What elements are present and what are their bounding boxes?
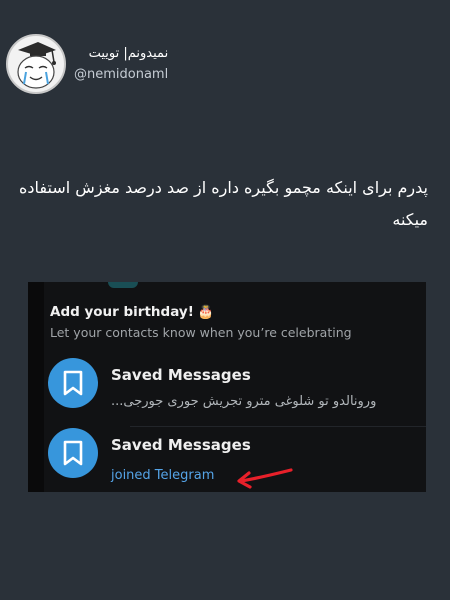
chat-title: Saved Messages xyxy=(111,436,251,454)
divider xyxy=(130,426,426,427)
chat-preview-joined: joined Telegram xyxy=(111,468,215,483)
chat-preview: ورونالدو تو شلوغی مترو تجریش جوری جورجی.… xyxy=(111,394,377,409)
user-display-name[interactable]: نمیدونم| توییت xyxy=(74,46,169,61)
tweet-header: نمیدونم| توییت @nemidonaml xyxy=(6,34,168,94)
chat-item-saved-messages: Saved Messages ورونالدو تو شلوغی مترو تج… xyxy=(48,358,426,428)
screenshot-top-glow xyxy=(108,282,138,288)
cake-icon: 🎂 xyxy=(197,305,215,320)
birthday-banner: Add your birthday! 🎂 Let your contacts kn… xyxy=(50,301,352,340)
birthday-title: Add your birthday! xyxy=(50,304,194,320)
red-arrow-icon xyxy=(237,468,293,489)
chat-title: Saved Messages xyxy=(111,366,251,384)
screenshot-edge xyxy=(28,282,44,492)
bookmark-icon xyxy=(48,428,98,478)
user-handle[interactable]: @nemidonaml xyxy=(74,67,168,82)
cartoon-face-icon xyxy=(17,42,56,89)
tweet-text: پدرم برای اینکه مچمو بگیره داره از صد در… xyxy=(19,178,428,229)
embedded-telegram-screenshot: Add your birthday! 🎂 Let your contacts kn… xyxy=(28,282,426,492)
profile-avatar[interactable] xyxy=(6,34,66,94)
bookmark-icon xyxy=(48,358,98,408)
birthday-subtitle: Let your contacts know when you’re celeb… xyxy=(50,325,352,340)
